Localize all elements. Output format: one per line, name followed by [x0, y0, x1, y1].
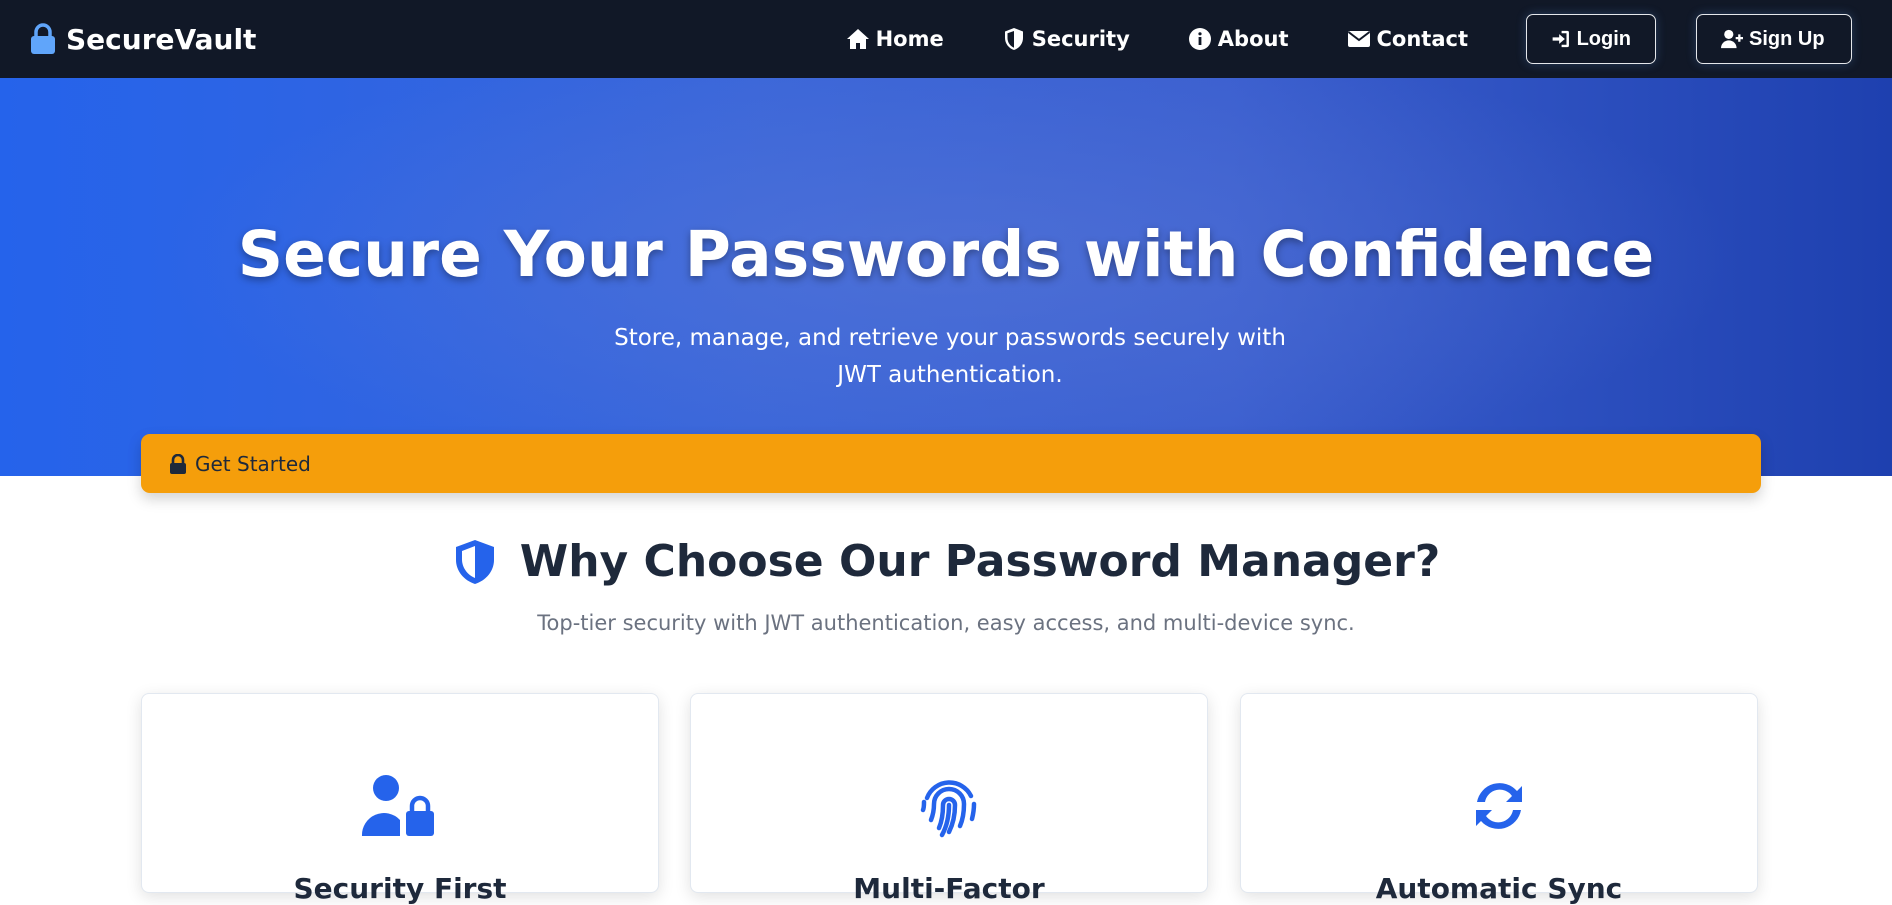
feature-card-title: Multi-Factor — [853, 872, 1045, 905]
top-navbar: SecureVault Home Security About Contact … — [0, 0, 1892, 78]
features-title: Why Choose Our Password Manager? — [0, 536, 1892, 587]
feature-icon-wrap — [691, 774, 1207, 838]
nav-about[interactable]: About — [1188, 27, 1289, 51]
feature-icon-wrap — [1241, 774, 1757, 838]
features-subtitle: Top-tier security with JWT authenticatio… — [537, 611, 1355, 635]
envelope-icon — [1347, 31, 1370, 47]
hero-title: Secure Your Passwords with Confidence — [237, 218, 1655, 291]
sync-icon — [1476, 783, 1522, 829]
nav-contact-label: Contact — [1376, 27, 1469, 51]
shield-icon — [1004, 28, 1023, 50]
hero-section: Secure Your Passwords with Confidence St… — [0, 78, 1892, 493]
features-title-text: Why Choose Our Password Manager? — [519, 536, 1441, 587]
user-lock-icon — [361, 775, 434, 836]
nav-about-label: About — [1217, 27, 1289, 51]
brand-logo[interactable]: SecureVault — [30, 23, 256, 56]
shield-icon — [455, 539, 494, 584]
nav-security[interactable]: Security — [1002, 27, 1130, 51]
nav-home[interactable]: Home — [846, 27, 944, 51]
info-icon — [1188, 28, 1211, 50]
feature-icon-wrap — [142, 774, 658, 838]
login-button[interactable]: Login — [1526, 14, 1656, 64]
lock-icon — [170, 453, 186, 474]
feature-card-title: Automatic Sync — [1375, 872, 1623, 905]
sign-in-icon — [1552, 30, 1569, 48]
brand-name: SecureVault — [66, 22, 257, 56]
feature-card: Security First — [141, 693, 659, 905]
feature-card-title: Security First — [293, 872, 507, 905]
lock-icon — [31, 23, 55, 54]
home-icon — [846, 29, 869, 49]
nav-security-label: Security — [1031, 27, 1130, 51]
signup-button[interactable]: Sign Up — [1696, 14, 1852, 64]
features-section: Why Choose Our Password Manager? Top-tie… — [0, 476, 1892, 905]
fingerprint-icon — [920, 780, 977, 838]
feature-card: Multi-Factor — [690, 693, 1208, 905]
signup-label: Sign Up — [1749, 27, 1825, 50]
nav-contact[interactable]: Contact — [1347, 27, 1469, 51]
hero-subtitle: Store, manage, and retrieve your passwor… — [614, 325, 1286, 388]
feature-card: Automatic Sync — [1240, 693, 1758, 905]
get-started-label: Get Started — [195, 451, 311, 476]
login-label: Login — [1576, 27, 1631, 50]
nav-home-label: Home — [875, 27, 944, 51]
nav-links: Home Security About Contact Login Sign U… — [846, 0, 1852, 78]
user-plus-icon — [1721, 29, 1743, 49]
